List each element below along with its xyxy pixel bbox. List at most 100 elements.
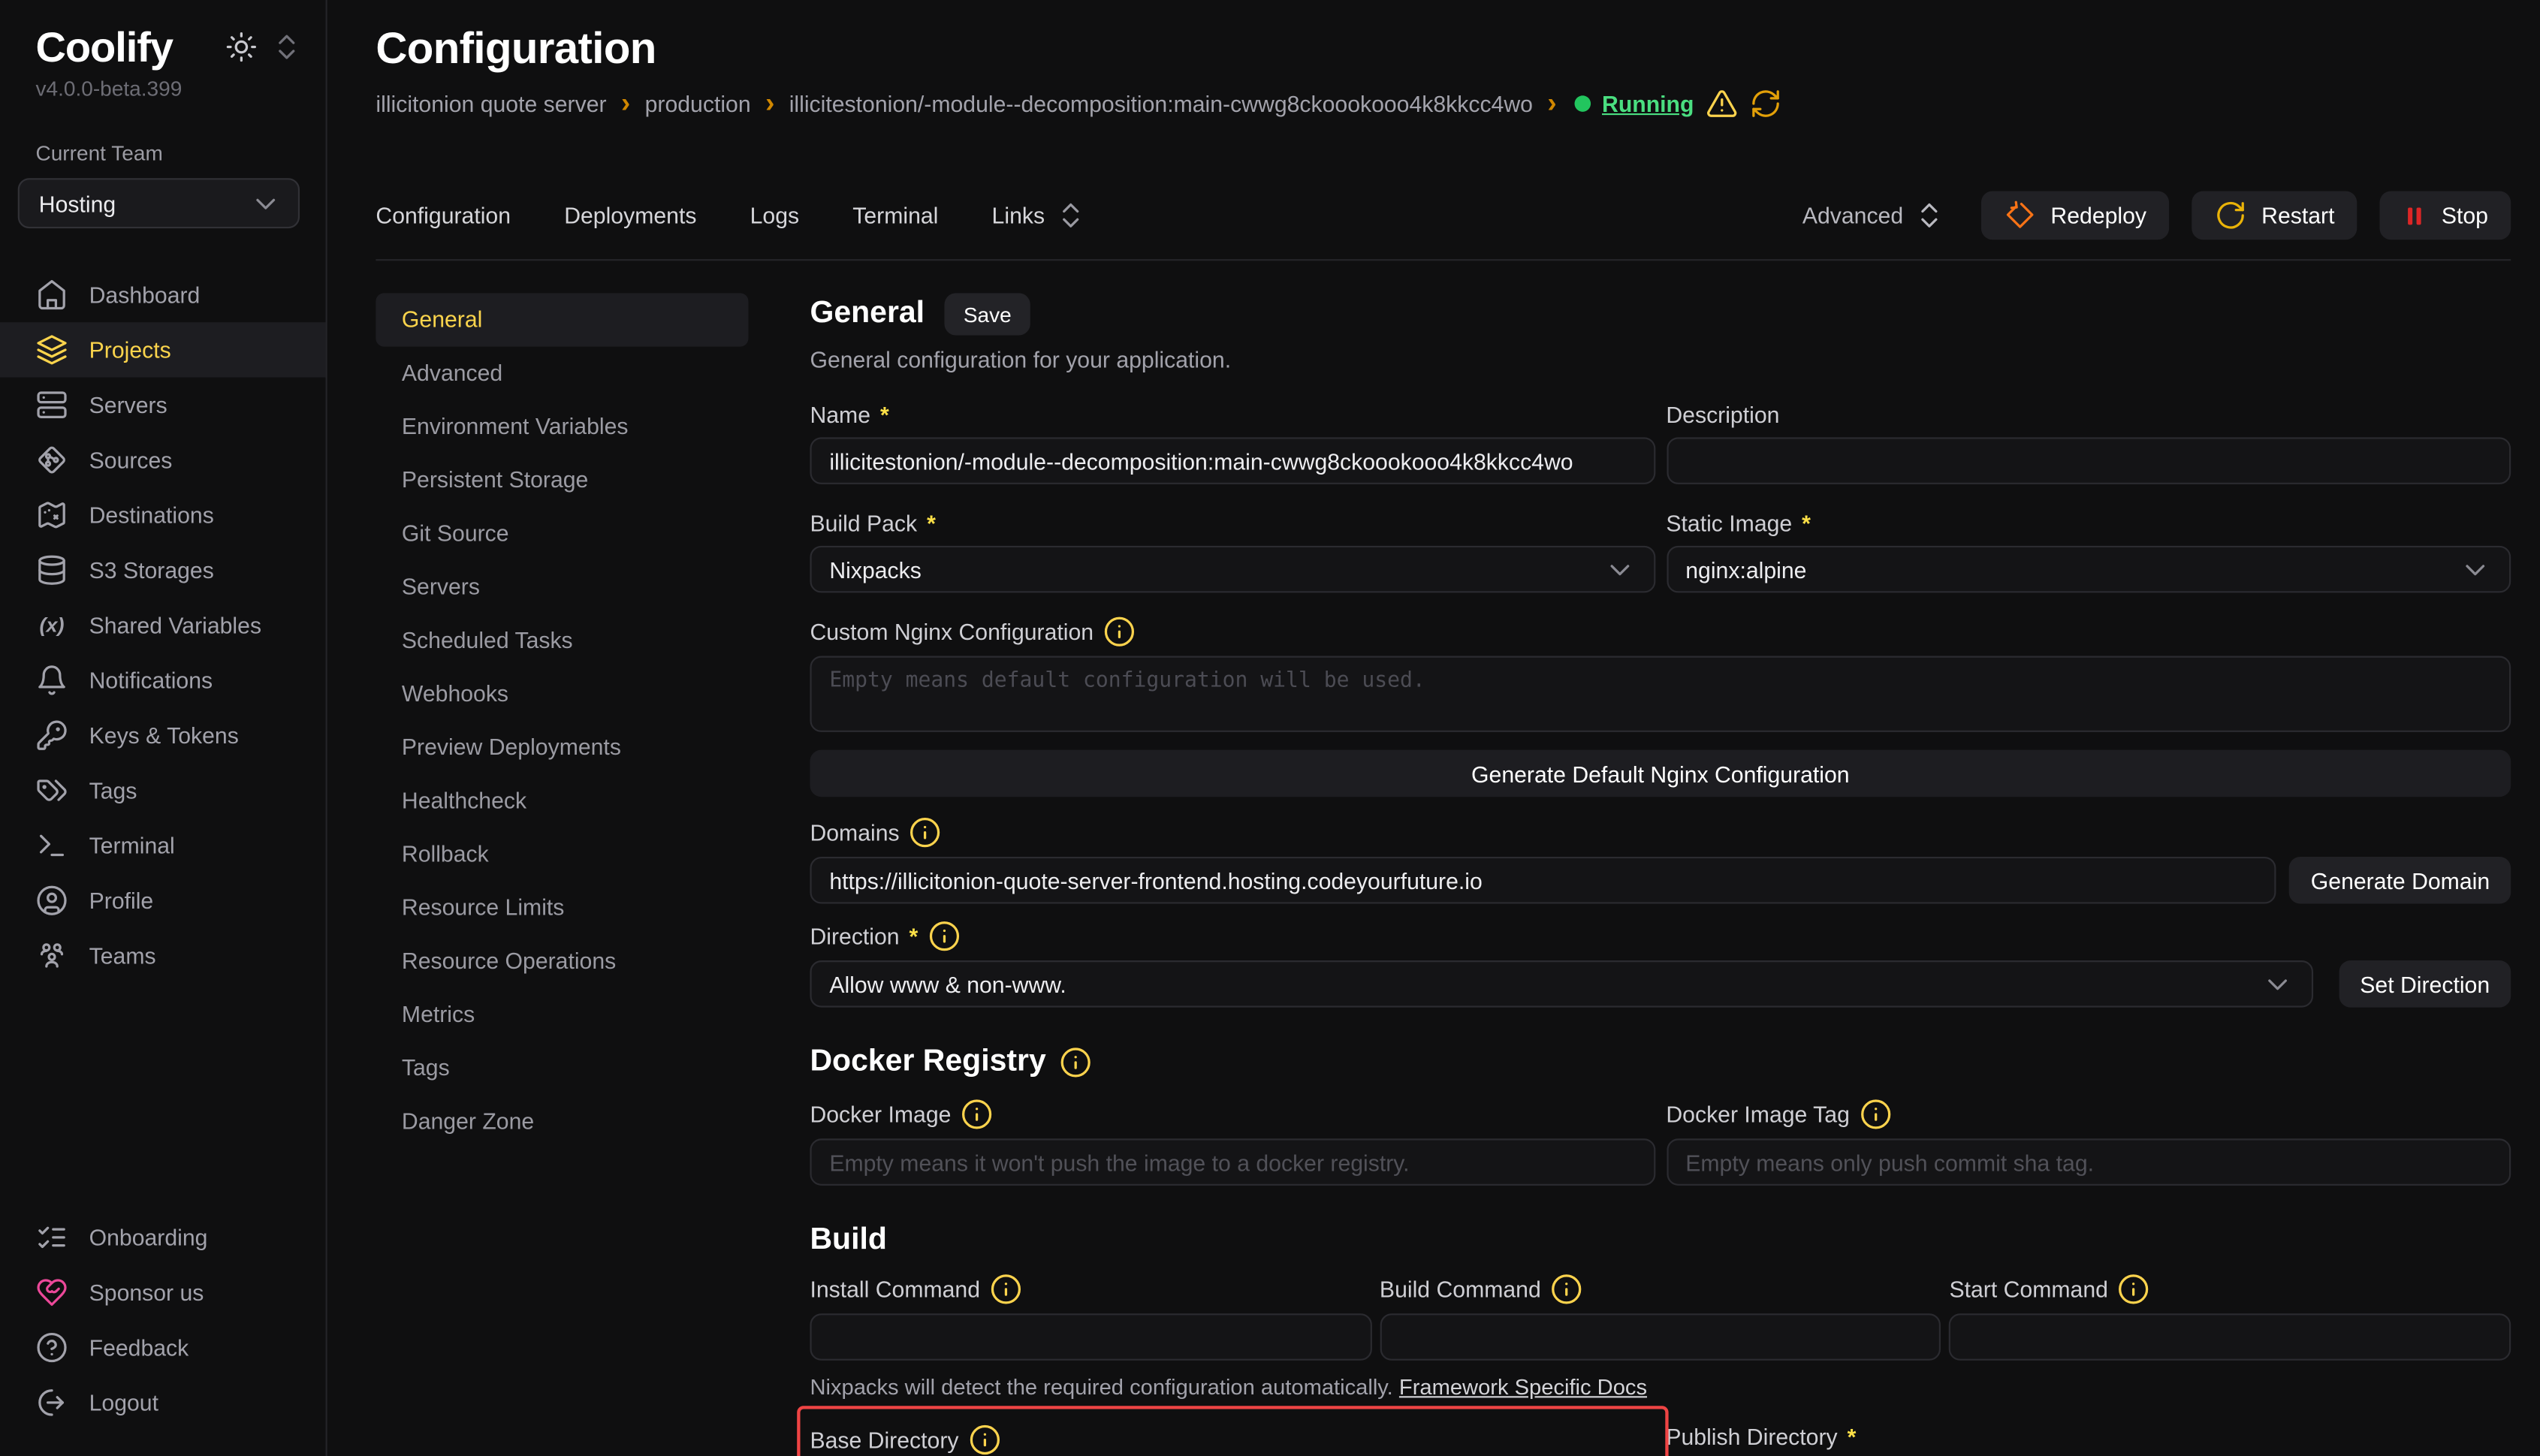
sidebar-item-sources[interactable]: Sources [0,433,326,487]
restart-icon [2215,199,2247,231]
subnav-item-tags[interactable]: Tags [376,1042,748,1095]
sidebar-item-terminal[interactable]: Terminal [0,818,326,873]
subnav-item-resource-limits[interactable]: Resource Limits [376,881,748,934]
sidebar-item-teams[interactable]: Teams [0,928,326,983]
info-icon[interactable] [1103,616,1136,648]
tags-icon [35,774,68,806]
generate-domain-button[interactable]: Generate Domain [2290,857,2511,904]
subnav-item-git-source[interactable]: Git Source [376,507,748,560]
theme-toggle-sun-icon[interactable] [225,31,258,63]
sidebar-item-s3-storages[interactable]: S3 Storages [0,543,326,598]
subnav-item-preview-deployments[interactable]: Preview Deployments [376,721,748,774]
refresh-icon[interactable] [1749,87,1781,119]
sidebar-item-notifications[interactable]: Notifications [0,653,326,707]
info-icon[interactable] [961,1098,993,1130]
nixpacks-note: Nixpacks will detect the required config… [810,1373,2511,1401]
generate-nginx-button[interactable]: Generate Default Nginx Configuration [810,750,2511,797]
status-running-link[interactable]: Running [1602,91,1694,117]
advanced-label: Advanced [1802,203,1903,229]
subnav-item-persistent-storage[interactable]: Persistent Storage [376,454,748,507]
tab-deployments[interactable]: Deployments [564,203,696,229]
info-icon[interactable] [910,816,942,849]
set-direction-button[interactable]: Set Direction [2339,960,2511,1008]
subnav-item-scheduled-tasks[interactable]: Scheduled Tasks [376,613,748,667]
terminal-icon [35,829,68,861]
sidebar-item-profile[interactable]: Profile [0,873,326,928]
info-icon[interactable] [1860,1098,1892,1130]
settings-subnav: GeneralAdvancedEnvironment VariablesPers… [376,293,748,1456]
custom-nginx-textarea[interactable] [810,656,2511,732]
team-select[interactable]: Hosting [18,178,300,228]
description-input[interactable] [1666,437,2511,484]
subnav-item-healthcheck[interactable]: Healthcheck [376,774,748,827]
info-icon[interactable] [1059,1046,1091,1078]
install-command-input[interactable] [810,1313,1371,1361]
restart-button[interactable]: Restart [2192,191,2357,240]
subnav-item-general[interactable]: General [376,293,748,346]
warning-triangle-icon[interactable] [1706,87,1738,119]
general-section-title: General [810,295,925,334]
sidebar-item-feedback[interactable]: Feedback [0,1320,326,1375]
info-icon[interactable] [2118,1273,2150,1305]
layers-icon [35,333,68,366]
tab-terminal[interactable]: Terminal [852,203,938,229]
publish-directory-label: Publish Directory* [1666,1424,2511,1451]
domains-input[interactable] [810,857,2276,904]
sponsor-icon [35,1277,68,1309]
info-icon[interactable] [928,920,960,952]
coolify-app: Coolify v4.0.0-beta.399 Current Team Hos… [0,0,2540,1456]
info-icon[interactable] [968,1424,1000,1456]
tab-links[interactable]: Links [992,199,1087,231]
save-button[interactable]: Save [944,293,1031,335]
main-area: Configuration illicitonion quote server›… [327,0,2540,1456]
sidebar-item-tags[interactable]: Tags [0,763,326,818]
sidebar-item-servers[interactable]: Servers [0,378,326,433]
sidebar-item-projects[interactable]: Projects [0,322,326,377]
info-icon[interactable] [1551,1273,1583,1305]
framework-docs-link[interactable]: Framework Specific Docs [1399,1375,1647,1399]
variables-icon: (x) [35,609,68,641]
sidebar-footer-nav: OnboardingSponsor usFeedbackLogout [0,1210,326,1430]
redeploy-button[interactable]: Redeploy [1981,191,2170,240]
sidebar-item-label: Teams [89,942,156,969]
sidebar-item-label: S3 Storages [89,557,214,583]
name-input[interactable] [810,437,1655,484]
pause-icon [2403,203,2427,228]
build-pack-select[interactable]: Nixpacks [810,546,1655,593]
subnav-item-webhooks[interactable]: Webhooks [376,668,748,721]
sidebar-item-sponsor-us[interactable]: Sponsor us [0,1265,326,1320]
subnav-item-danger-zone[interactable]: Danger Zone [376,1095,748,1148]
sidebar-item-logout[interactable]: Logout [0,1375,326,1430]
subnav-item-resource-operations[interactable]: Resource Operations [376,935,748,988]
sidebar-item-dashboard[interactable]: Dashboard [0,267,326,322]
advanced-dropdown[interactable]: Advanced [1802,199,1945,231]
static-image-select[interactable]: nginx:alpine [1666,546,2511,593]
docker-image-input[interactable] [810,1138,1655,1186]
breadcrumb-item[interactable]: illicitonion quote server [376,91,606,117]
subnav-item-environment-variables[interactable]: Environment Variables [376,400,748,454]
breadcrumb-item[interactable]: production [645,91,751,117]
docker-image-tag-input[interactable] [1666,1138,2511,1186]
sidebar-item-onboarding[interactable]: Onboarding [0,1210,326,1265]
info-icon[interactable] [990,1273,1022,1305]
subnav-item-servers[interactable]: Servers [376,560,748,613]
chevron-down-icon [2459,553,2491,586]
subnav-item-advanced[interactable]: Advanced [376,347,748,400]
page-title: Configuration [376,23,2511,74]
header-actions: Advanced Redeploy Restart Stop [1802,191,2511,240]
direction-select[interactable]: Allow www & non-www. [810,960,2312,1008]
sidebar-item-destinations[interactable]: Destinations [0,487,326,542]
subnav-item-metrics[interactable]: Metrics [376,988,748,1042]
build-command-input[interactable] [1380,1313,1941,1361]
breadcrumb-item[interactable]: illicitestonion/-module--decomposition:m… [789,91,1533,117]
tab-configuration[interactable]: Configuration [376,203,511,229]
database-icon [35,554,68,586]
breadcrumb-items: illicitonion quote server›production›ill… [376,91,1571,117]
start-command-input[interactable] [1949,1313,2511,1361]
stop-button[interactable]: Stop [2380,191,2511,240]
tab-logs[interactable]: Logs [750,203,799,229]
subnav-item-rollback[interactable]: Rollback [376,827,748,881]
sidebar-item-shared-variables[interactable]: (x)Shared Variables [0,598,326,653]
collapse-chevrons-icon[interactable] [270,31,303,63]
sidebar-item-keys-tokens[interactable]: Keys & Tokens [0,708,326,763]
